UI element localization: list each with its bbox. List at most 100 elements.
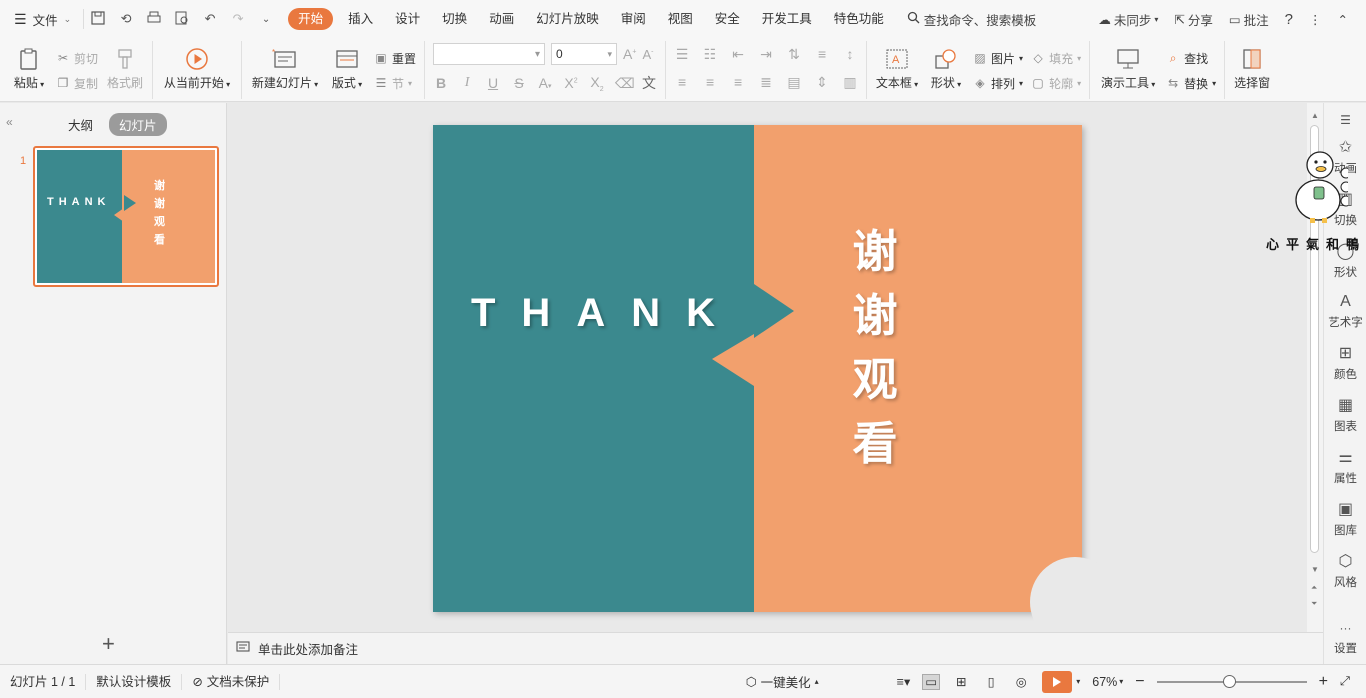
reset-button[interactable]: ▣ 重置 (374, 49, 416, 67)
beautify-button[interactable]: ⬡ 一键美化 ▴ (746, 672, 819, 691)
align-center-icon[interactable]: ≡ (702, 74, 718, 90)
sidebar-item-wordart[interactable]: A 艺术字 (1324, 293, 1366, 330)
find-button[interactable]: ⌕ 查找 (1166, 49, 1216, 67)
copy-button[interactable]: ❐ 复制 (56, 74, 98, 92)
fill-button[interactable]: ◇ 填充 ▾ (1031, 49, 1081, 67)
zoom-options-icon[interactable]: ▾ (1119, 677, 1123, 686)
sidebar-item-chart[interactable]: ▦ 图表 (1324, 397, 1366, 434)
print-icon[interactable] (146, 11, 162, 28)
tab-design[interactable]: 设计 (384, 8, 431, 30)
redo-icon[interactable]: ↷ (230, 11, 246, 27)
customize-icon[interactable]: ⌄ (258, 14, 274, 25)
sync-button[interactable]: ☁ 未同步 ▾ (1098, 10, 1158, 29)
sidebar-item-properties[interactable]: ⚌ 属性 (1324, 449, 1366, 486)
print-preview-icon[interactable] (174, 11, 190, 28)
font-size-select[interactable]: 0 ▾ (551, 43, 618, 65)
cut-button[interactable]: ✂ 剪切 (56, 49, 98, 67)
save-icon[interactable] (90, 10, 106, 28)
font-name-select[interactable]: ▾ (433, 43, 546, 65)
replace-button[interactable]: ⇆ 替换 ▾ (1166, 74, 1216, 92)
line-spacing-icon[interactable]: ↕ (842, 46, 858, 62)
zoom-in-icon[interactable]: + (1319, 673, 1328, 691)
font-shrink-icon[interactable]: A- (642, 47, 653, 62)
thank-text[interactable]: THANK (471, 291, 741, 336)
tab-slideshow[interactable]: 幻灯片放映 (525, 8, 610, 30)
notes-toggle-icon[interactable]: ≡▾ (897, 674, 911, 689)
play-button[interactable] (1042, 670, 1073, 693)
next-slide-icon[interactable]: ⏷ (1311, 599, 1317, 609)
sidebar-item-gallery[interactable]: ▣ 图库 (1324, 501, 1366, 538)
text-box-button[interactable]: A 文本框 ▾ (875, 45, 919, 91)
increase-indent-icon[interactable]: ⇥ (758, 46, 774, 63)
tab-outline[interactable]: 大纲 (58, 113, 103, 136)
scroll-down-icon[interactable]: ▼ (1311, 565, 1319, 574)
italic-icon[interactable]: I (459, 75, 475, 91)
tab-view[interactable]: 视图 (657, 8, 704, 30)
tab-security[interactable]: 安全 (704, 8, 751, 30)
file-menu[interactable]: ☰ 文件 ⌄ (0, 10, 79, 29)
present-tools-button[interactable]: 演示工具 ▾ (1098, 45, 1158, 91)
strikethrough-icon[interactable]: S (511, 75, 527, 91)
from-current-button[interactable]: 从当前开始 ▾ (161, 45, 233, 91)
section-button[interactable]: ☰ 节 ▾ (374, 74, 416, 92)
fit-window-icon[interactable]: ⤢ (1340, 674, 1350, 689)
font-color-icon[interactable]: A▾ (537, 75, 553, 91)
notes-bar[interactable]: 单击此处添加备注 (228, 632, 1323, 664)
sidebar-item-settings[interactable]: ··· 设置 (1324, 619, 1366, 656)
tab-home[interactable]: 开始 (288, 8, 334, 30)
paste-button[interactable]: 粘贴 ▾ (10, 45, 48, 91)
help-icon[interactable]: ? (1285, 11, 1293, 28)
share-button[interactable]: ⇱ 分享 (1174, 10, 1213, 29)
new-slide-button[interactable]: * 新建幻灯片 ▾ (250, 45, 320, 91)
undo-icon[interactable]: ↶ (202, 11, 218, 27)
clear-format-icon[interactable]: ⌫ (615, 75, 635, 92)
tab-animation[interactable]: 动画 (478, 8, 525, 30)
superscript-icon[interactable]: X2 (563, 75, 579, 91)
tab-developer[interactable]: 开发工具 (751, 8, 823, 30)
picture-button[interactable]: ▨ 图片 ▾ (973, 49, 1023, 67)
tab-slides[interactable]: 幻灯片 (109, 112, 167, 136)
comment-button[interactable]: ▭ 批注 (1229, 10, 1269, 29)
decrease-indent-icon[interactable]: ⇤ (730, 46, 746, 63)
play-options-icon[interactable]: ▾ (1076, 677, 1080, 686)
outline-button[interactable]: ▢ 轮廓 ▾ (1031, 74, 1081, 92)
bullet-list-icon[interactable]: ☰ (674, 46, 690, 63)
sidebar-collapse[interactable]: ☰ (1324, 111, 1366, 129)
align-text-icon[interactable]: ≡ (814, 46, 830, 62)
slide-thumbnail[interactable]: THANK 谢谢观看 (33, 146, 219, 287)
more-icon[interactable]: ⋮ (1309, 12, 1322, 27)
protection-status[interactable]: ⊘ 文档未保护 (182, 673, 281, 690)
phonetic-icon[interactable]: 文 (641, 73, 657, 93)
sidebar-item-style[interactable]: ⬡ 风格 (1324, 553, 1366, 590)
underline-icon[interactable]: U (485, 75, 501, 91)
bold-icon[interactable]: B (433, 75, 449, 91)
presenter-view-icon[interactable]: ◎ (1012, 674, 1030, 690)
tab-insert[interactable]: 插入 (337, 8, 384, 30)
reading-view-icon[interactable]: ▯ (982, 674, 1000, 690)
slide-sorter-icon[interactable]: ⊞ (952, 674, 970, 690)
design-template[interactable]: 默认设计模板 (86, 673, 183, 690)
zoom-slider[interactable] (1156, 674, 1307, 688)
command-search[interactable]: 查找命令、搜索模板 (895, 10, 1036, 29)
zoom-level[interactable]: 67% (1092, 675, 1117, 689)
slide[interactable]: THANK 谢 谢 观 看 (433, 125, 1082, 612)
distribute-icon[interactable]: ▤ (786, 74, 802, 91)
scroll-up-icon[interactable]: ▲ (1311, 111, 1319, 120)
spacing-icon[interactable]: ⇕ (814, 74, 830, 91)
cloud-save-icon[interactable]: ⟲ (118, 11, 134, 27)
tab-transition[interactable]: 切换 (431, 8, 478, 30)
zoom-out-icon[interactable]: − (1135, 673, 1144, 691)
text-direction-icon[interactable]: ⇅ (786, 46, 802, 63)
columns-icon[interactable]: ▥ (842, 74, 858, 91)
format-painter-button[interactable]: 格式刷 (106, 45, 144, 91)
font-grow-icon[interactable]: A+ (623, 46, 636, 62)
prev-slide-icon[interactable]: ⏶ (1311, 583, 1317, 593)
tab-review[interactable]: 审阅 (610, 8, 657, 30)
align-right-icon[interactable]: ≡ (730, 74, 746, 90)
tab-special[interactable]: 特色功能 (823, 8, 895, 30)
thanks-for-watching-text[interactable]: 谢 谢 观 看 (845, 220, 905, 476)
numbered-list-icon[interactable]: ☷ (702, 46, 718, 63)
zoom-slider-knob[interactable] (1222, 674, 1236, 688)
collapse-ribbon-icon[interactable]: ⌃ (1338, 12, 1348, 27)
add-slide-button[interactable]: + (102, 631, 115, 657)
